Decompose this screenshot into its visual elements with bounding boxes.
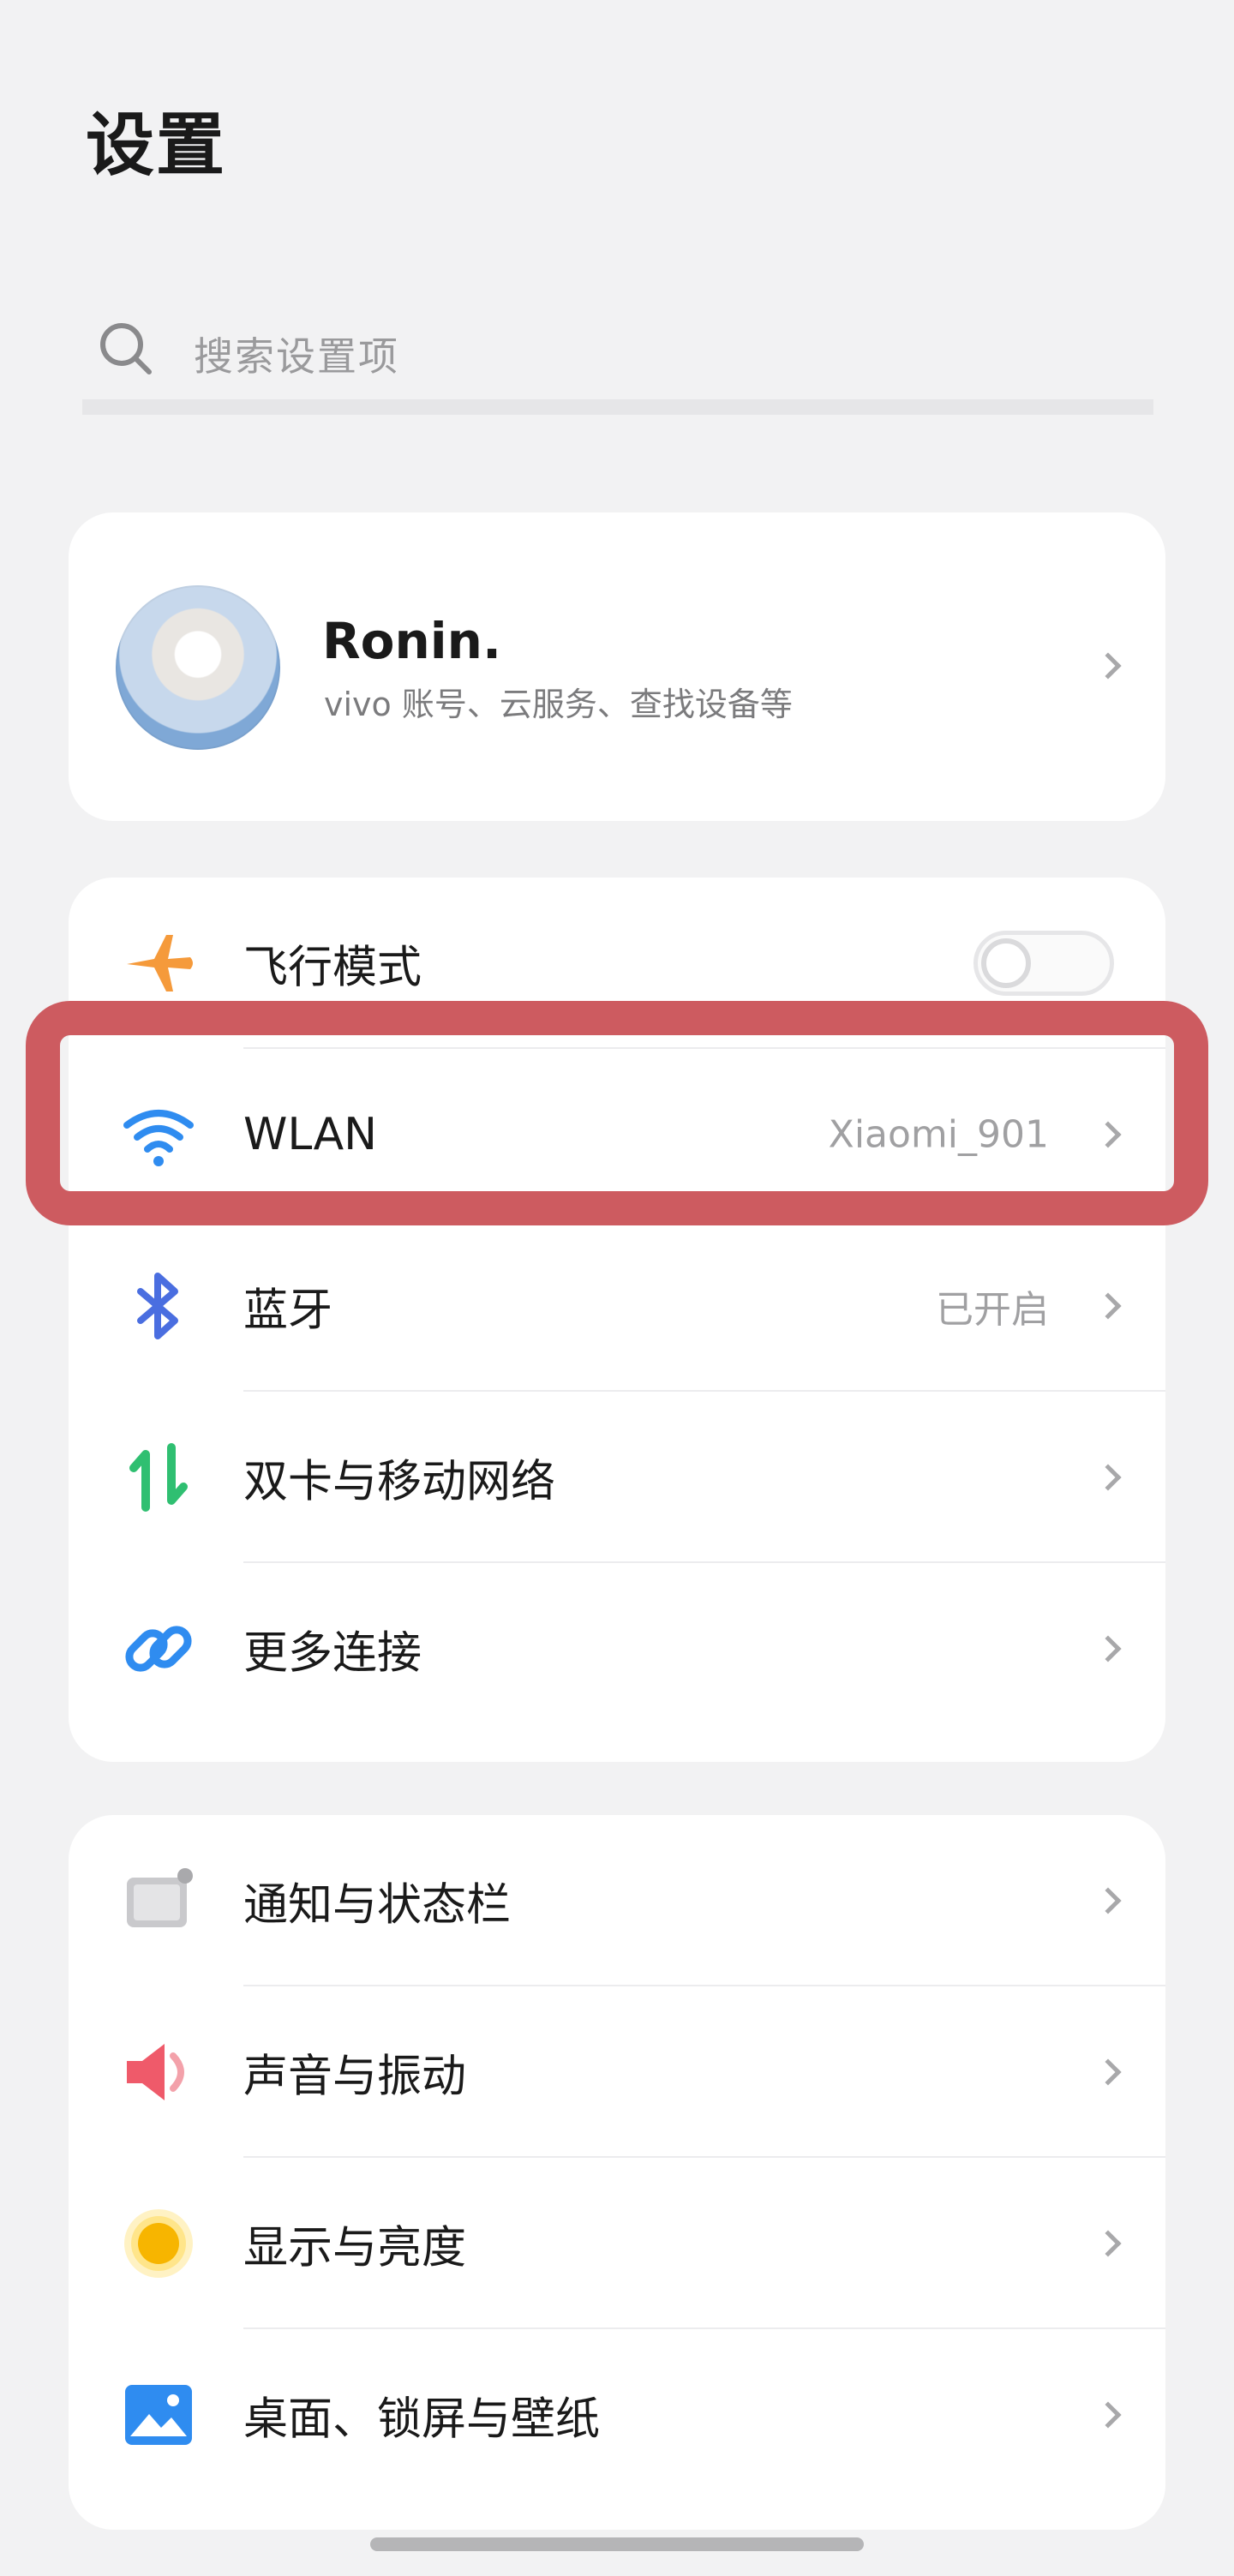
row-wlan[interactable]: WLAN Xiaomi_901 [69, 1049, 1165, 1220]
wlan-label: WLAN [243, 1109, 378, 1160]
chevron-right-icon [1094, 1464, 1122, 1491]
row-display[interactable]: 显示与亮度 [69, 2158, 1165, 2329]
avatar [116, 585, 280, 750]
airplane-icon [127, 935, 193, 991]
chevron-right-icon [1094, 1292, 1122, 1320]
wlan-network-name: Xiaomi_901 [828, 1112, 1049, 1157]
chevron-right-icon [1094, 1887, 1122, 1914]
chevron-right-icon [1094, 2230, 1122, 2257]
chevron-right-icon [1094, 1635, 1122, 1662]
row-bluetooth[interactable]: 蓝牙 已开启 [69, 1220, 1165, 1392]
general-settings-card: 通知与状态栏 声音与振动 显示与亮度 桌面、锁屏与壁纸 [69, 1815, 1165, 2530]
notification-icon [127, 1868, 193, 1927]
display-label: 显示与亮度 [243, 2222, 467, 2274]
row-mobile-network[interactable]: 双卡与移动网络 [69, 1392, 1165, 1563]
chevron-right-icon [1094, 2401, 1122, 2429]
search-bar[interactable]: 搜索设置项 [82, 309, 1153, 415]
bluetooth-status: 已开启 [936, 1288, 1049, 1332]
chevron-right-icon [1094, 652, 1122, 680]
account-card[interactable]: Ronin. vivo 账号、云服务、查找设备等 [69, 512, 1165, 821]
search-input[interactable]: 搜索设置项 [194, 326, 399, 382]
link-icon [125, 1626, 192, 1672]
account-name: Ronin. [322, 612, 502, 670]
wallpaper-label: 桌面、锁屏与壁纸 [243, 2393, 601, 2446]
chevron-right-icon [1094, 1121, 1122, 1148]
settings-screen: 设置 搜索设置项 Ronin. vivo 账号、云服务、查找设备等 飞行模式 W… [0, 0, 1234, 2576]
mobile-network-label: 双卡与移动网络 [243, 1456, 556, 1508]
row-more-connections[interactable]: 更多连接 [69, 1563, 1165, 1734]
chevron-right-icon [1094, 2058, 1122, 2086]
sound-label: 声音与振动 [243, 2051, 467, 2103]
connectivity-card: 飞行模式 WLAN Xiaomi_901 蓝牙 已开启 双卡与移动网络 更多连接 [69, 878, 1165, 1762]
account-subtitle: vivo 账号、云服务、查找设备等 [324, 686, 793, 723]
home-indicator[interactable] [370, 2537, 864, 2551]
toggle-knob [981, 938, 1031, 988]
search-icon [100, 323, 152, 374]
wallpaper-icon [125, 2385, 192, 2445]
page-title: 设置 [86, 105, 226, 185]
wifi-icon [123, 1110, 194, 1166]
row-wallpaper[interactable]: 桌面、锁屏与壁纸 [69, 2329, 1165, 2501]
row-notifications[interactable]: 通知与状态栏 [69, 1815, 1165, 1986]
notifications-label: 通知与状态栏 [243, 1879, 512, 1932]
airplane-mode-label: 飞行模式 [243, 942, 422, 994]
mobile-network-icon [129, 1443, 188, 1512]
brightness-icon [124, 2209, 193, 2278]
row-airplane-mode[interactable]: 飞行模式 [69, 878, 1165, 1049]
bluetooth-icon [137, 1273, 178, 1339]
speaker-icon [127, 2044, 184, 2100]
more-connections-label: 更多连接 [243, 1627, 422, 1680]
bluetooth-label: 蓝牙 [243, 1285, 333, 1337]
airplane-mode-toggle[interactable] [973, 931, 1114, 996]
row-sound[interactable]: 声音与振动 [69, 1986, 1165, 2158]
